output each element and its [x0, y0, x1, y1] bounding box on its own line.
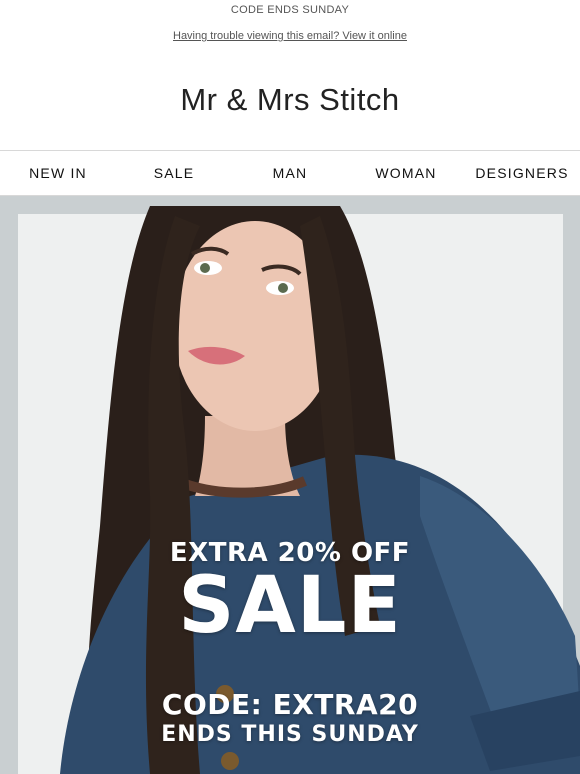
view-online-link[interactable]: Having trouble viewing this email? View … [173, 30, 407, 42]
hero-sale-headline: SALE [178, 561, 402, 651]
brand-logo[interactable]: Mr & Mrs Stitch [180, 82, 399, 118]
header: Mr & Mrs Stitch [0, 48, 580, 150]
nav-item-designers[interactable]: DESIGNERS [464, 165, 580, 181]
hero-code-line: CODE: EXTRA20 [161, 688, 419, 721]
nav-item-woman[interactable]: WOMAN [348, 165, 464, 181]
hero-ends-line: ENDS THIS SUNDAY [161, 722, 419, 747]
nav-item-man[interactable]: MAN [232, 165, 348, 181]
nav-item-new-in[interactable]: NEW IN [0, 165, 116, 181]
main-nav: NEW IN SALE MAN WOMAN DESIGNERS [0, 150, 580, 196]
nav-item-sale[interactable]: SALE [116, 165, 232, 181]
preheader-text: CODE ENDS SUNDAY [230, 4, 350, 16]
hero-banner[interactable]: EXTRA 20% OFF SALE CODE: EXTRA20 ENDS TH… [0, 196, 580, 774]
view-online-bar: Having trouble viewing this email? View … [0, 24, 580, 48]
